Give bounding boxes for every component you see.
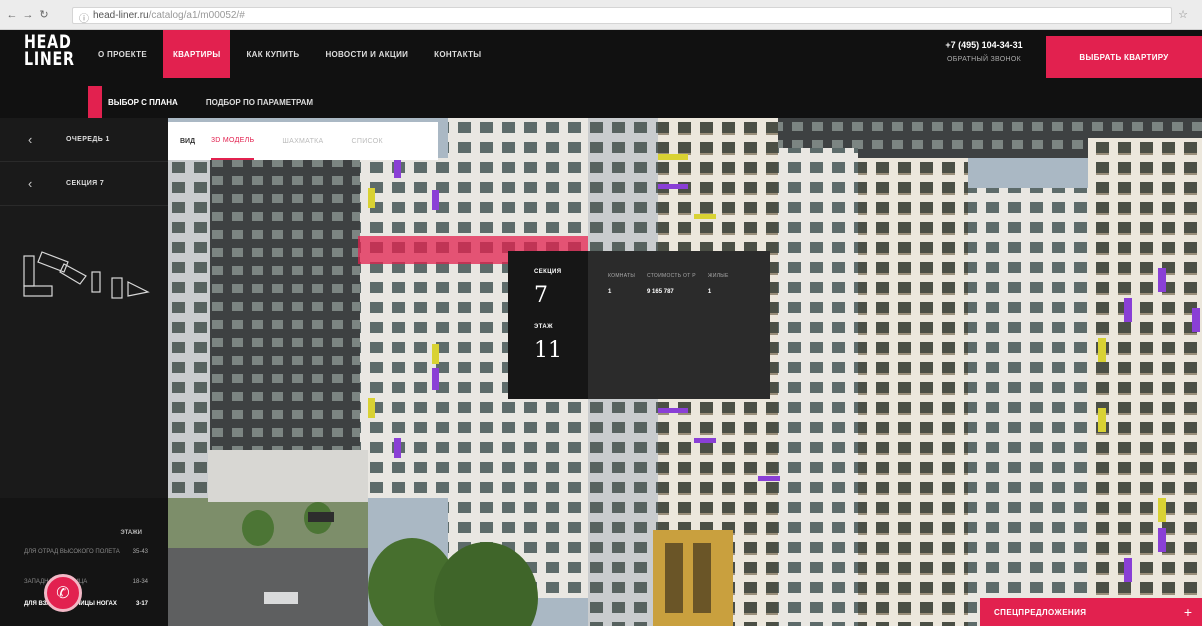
section-floor-panel: СЕКЦИЯ 7 ЭТАЖ 11 xyxy=(508,251,588,399)
floor-key: ЭТАЖ xyxy=(534,324,553,330)
site-logo[interactable]: HEAD LINER xyxy=(24,33,75,90)
logo-line-2: LINER xyxy=(24,48,75,70)
phone-block: +7 (495) 104-34-31 ОБРАТНЫЙ ЗВОНОК xyxy=(932,40,1036,63)
queue-selector[interactable]: ‹ ОЧЕРЕДЬ 1 xyxy=(0,118,168,162)
phone-number[interactable]: +7 (495) 104-34-31 xyxy=(932,40,1036,50)
browser-chrome: ← → ↻ ⓘ head-liner.ru/catalog/a1/m00052/… xyxy=(0,0,1202,30)
tab-3d-model[interactable]: 3D МОДЕЛЬ xyxy=(211,122,255,160)
nav-item-apartments[interactable]: КВАРТИРЫ xyxy=(163,30,231,78)
legend-row[interactable]: ДЛЯ ВЗЛЕТА СТОЛИЦЫ НОГАХ 3-17 xyxy=(24,600,154,608)
section-key: СЕКЦИЯ xyxy=(534,269,562,275)
tab-list[interactable]: СПИСОК xyxy=(352,122,383,160)
legend-row-value: 3-17 xyxy=(135,601,148,607)
main-nav: О ПРОЕКТЕ КВАРТИРЫ КАК КУПИТЬ НОВОСТИ И … xyxy=(88,30,497,78)
special-offers-label: СПЕЦПРЕДЛОЖЕНИЯ xyxy=(994,607,1087,617)
queue-label: ОЧЕРЕДЬ 1 xyxy=(66,136,110,143)
stat-header: СТОИМОСТЬ ОТ Р xyxy=(647,273,696,279)
stat-rooms: КОМНАТЫ 1 xyxy=(608,273,635,295)
stat-value: 9 165 787 xyxy=(647,289,674,295)
sub-nav: ВЫБОР С ПЛАНА ПОДБОР ПО ПАРАМЕТРАМ xyxy=(88,86,333,118)
section-value: 7 xyxy=(534,283,548,308)
chevron-left-icon[interactable]: ‹ xyxy=(28,132,42,147)
section-selector[interactable]: ‹ СЕКЦИЯ 7 xyxy=(0,162,168,206)
arrow-left-icon[interactable]: ← xyxy=(6,9,18,21)
floors-legend: ЭТАЖИ ДЛЯ ОТРАД ВЫСОКОГО ПОЛЕТА 35-43 ЗА… xyxy=(0,498,168,626)
complex-schema-map[interactable] xyxy=(20,242,160,318)
nav-item-contacts[interactable]: КОНТАКТЫ xyxy=(424,30,491,78)
nav-item-about[interactable]: О ПРОЕКТЕ xyxy=(88,30,157,78)
subnav-item-param-search[interactable]: ПОДБОР ПО ПАРАМЕТРАМ xyxy=(198,86,321,118)
view-label: ВИД xyxy=(180,137,196,145)
floor-info-popup: СЕКЦИЯ 7 ЭТАЖ 11 КОМНАТЫ 1 СТОИМОСТЬ ОТ … xyxy=(508,251,770,399)
address-bar[interactable]: ⓘ head-liner.ru/catalog/a1/m00052/# xyxy=(72,7,1172,25)
stat-living: ЖИЛЫЕ 1 xyxy=(708,273,729,295)
special-offers-button[interactable]: СПЕЦПРЕДЛОЖЕНИЯ + xyxy=(980,598,1202,626)
info-icon[interactable]: ⓘ xyxy=(79,10,89,25)
legend-row-label: ДЛЯ ОТРАД ВЫСОКОГО ПОЛЕТА xyxy=(24,549,120,555)
reload-icon[interactable]: ↻ xyxy=(38,9,50,21)
phone-icon: ✆ xyxy=(56,585,70,602)
legend-row-value: 35-43 xyxy=(132,549,148,555)
nav-item-news[interactable]: НОВОСТИ И АКЦИИ xyxy=(315,30,418,78)
site-header: HEAD LINER О ПРОЕКТЕ КВАРТИРЫ КАК КУПИТЬ… xyxy=(0,30,1202,118)
chevron-left-icon[interactable]: ‹ xyxy=(28,176,42,191)
floor-value: 11 xyxy=(534,338,562,363)
stat-value: 1 xyxy=(608,289,612,295)
choose-apartment-button[interactable]: ВЫБРАТЬ КВАРТИРУ xyxy=(1046,36,1202,78)
legend-header: ЭТАЖИ xyxy=(120,530,142,536)
plus-icon: + xyxy=(1183,604,1192,620)
tab-chessboard[interactable]: ШАХМАТКА xyxy=(282,122,323,160)
phone-call-button[interactable]: ✆ xyxy=(44,574,82,612)
address-url: head-liner.ru/catalog/a1/m00052/# xyxy=(93,10,245,21)
star-icon[interactable]: ☆ xyxy=(1178,8,1188,21)
stat-header: КОМНАТЫ xyxy=(608,273,636,279)
legend-row[interactable]: ЗАПАДНАЯ СТОЛИЦА 18-34 xyxy=(24,578,154,586)
arrow-right-icon[interactable]: → xyxy=(22,9,34,21)
url-path: /catalog/a1/m00052/# xyxy=(148,10,245,21)
legend-row-value: 18-34 xyxy=(132,579,148,585)
stat-header: ЖИЛЫЕ xyxy=(707,273,729,279)
view-tabs: ВИД 3D МОДЕЛЬ ШАХМАТКА СПИСОК xyxy=(168,122,438,160)
apartment-stats-panel: КОМНАТЫ 1 СТОИМОСТЬ ОТ Р 9 165 787 ЖИЛЫЕ… xyxy=(588,251,770,399)
url-domain: head-liner.ru xyxy=(93,10,149,21)
stat-price: СТОИМОСТЬ ОТ Р 9 165 787 xyxy=(647,273,696,295)
section-label: СЕКЦИЯ 7 xyxy=(66,180,105,187)
nav-item-how-to-buy[interactable]: КАК КУПИТЬ xyxy=(236,30,309,78)
legend-row[interactable]: ДЛЯ ОТРАД ВЫСОКОГО ПОЛЕТА 35-43 xyxy=(24,548,154,556)
left-sidebar: ‹ ОЧЕРЕДЬ 1 ‹ СЕКЦИЯ 7 ЭТАЖИ ДЛЯ ОТРАД В… xyxy=(0,118,168,626)
stat-value: 1 xyxy=(707,289,712,295)
subnav-item-plan-select[interactable]: ВЫБОР С ПЛАНА xyxy=(88,86,186,118)
callback-link[interactable]: ОБРАТНЫЙ ЗВОНОК xyxy=(932,56,1036,63)
